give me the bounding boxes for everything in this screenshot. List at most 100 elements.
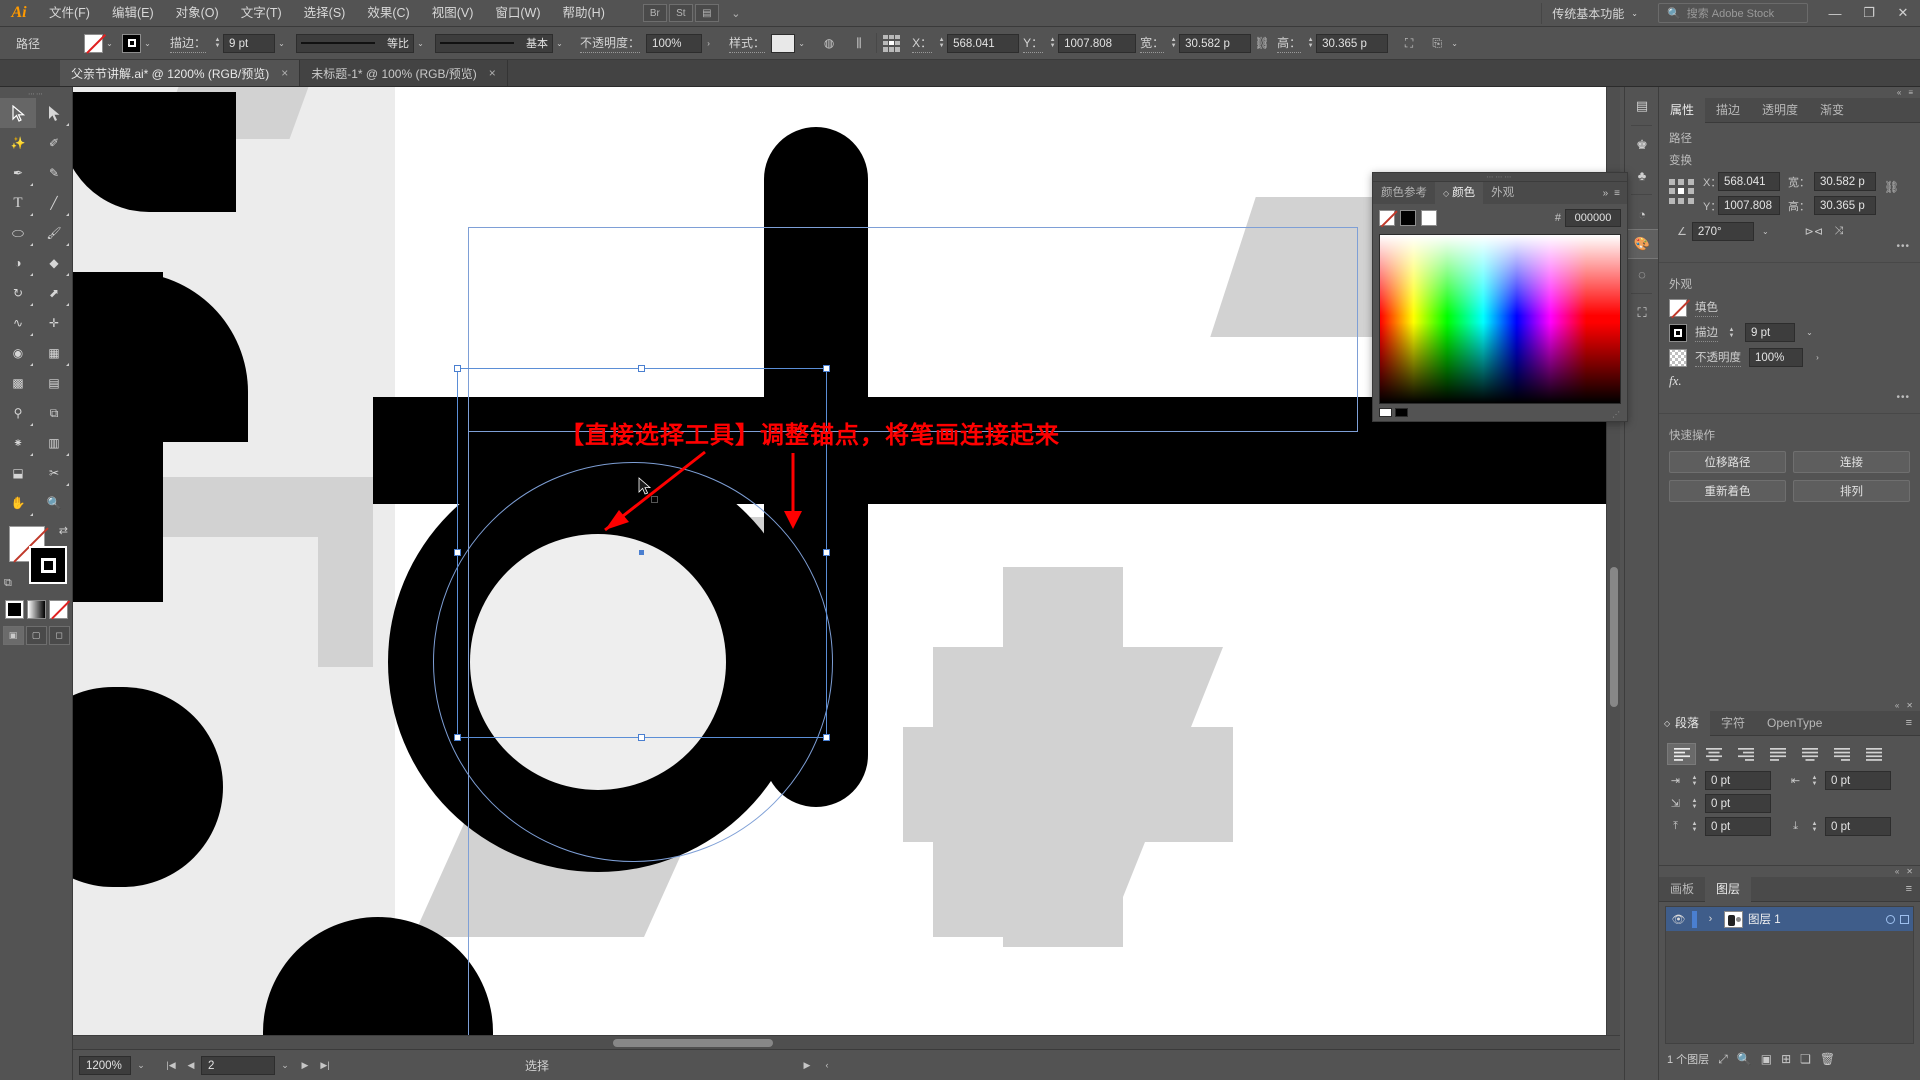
- normal-screen-mode-button[interactable]: ▣: [2, 626, 24, 645]
- layer-name[interactable]: 图层 1: [1748, 911, 1881, 927]
- create-sublayer-icon[interactable]: ▣: [1761, 1052, 1772, 1066]
- last-artboard-icon[interactable]: ▶|: [315, 1055, 335, 1075]
- presentation-mode-button[interactable]: ◻: [48, 626, 70, 645]
- panel-x-field[interactable]: 568.041: [1718, 172, 1780, 191]
- symbol-sprayer-tool[interactable]: ⁕: [0, 428, 36, 458]
- gradient-mode-button[interactable]: [26, 600, 46, 619]
- opacity-arrow-icon[interactable]: ›: [702, 34, 715, 53]
- color-panel-menu-icon[interactable]: ≡: [1614, 188, 1620, 199]
- target-indicator-icon[interactable]: [1886, 914, 1895, 924]
- bbox-handle-bc[interactable]: [638, 734, 645, 741]
- status-tool-label[interactable]: 选择: [525, 1057, 549, 1074]
- menu-view[interactable]: 视图(V): [421, 0, 485, 27]
- artboard-tool[interactable]: ⬓: [0, 458, 36, 488]
- tab-gradient[interactable]: 渐变: [1809, 98, 1855, 123]
- menu-file[interactable]: 文件(F): [38, 0, 101, 27]
- color-spectrum[interactable]: [1379, 234, 1621, 404]
- horizontal-scrollbar[interactable]: [73, 1035, 1620, 1049]
- appearance-stroke-field[interactable]: 9 pt: [1745, 323, 1795, 342]
- artboard-chevron-icon[interactable]: ⌄: [275, 1055, 295, 1075]
- layers-menu-icon[interactable]: ≡: [1906, 883, 1920, 895]
- menu-object[interactable]: 对象(O): [165, 0, 230, 27]
- bbox-handle-tc[interactable]: [638, 365, 645, 372]
- appearance-opacity-swatch[interactable]: [1669, 348, 1687, 367]
- perspective-grid-tool[interactable]: ▦: [36, 338, 72, 368]
- tab-opentype[interactable]: OpenType: [1756, 711, 1833, 736]
- rotate-tool[interactable]: ↻: [0, 278, 36, 308]
- right-indent-stepper[interactable]: ▲ ▼: [1809, 771, 1820, 790]
- stroke-color-swatch[interactable]: [29, 546, 67, 584]
- first-artboard-icon[interactable]: |◀: [161, 1055, 181, 1075]
- height-stepper[interactable]: ▲ ▼: [1305, 34, 1316, 53]
- style-chevron-icon[interactable]: ⌄: [795, 34, 808, 53]
- constrain-proportions-icon[interactable]: ⛓: [1251, 33, 1273, 54]
- recolor-artwork-icon[interactable]: ◍: [818, 33, 840, 54]
- panel-height-field[interactable]: 30.365 p: [1814, 196, 1876, 215]
- bbox-handle-bl[interactable]: [454, 734, 461, 741]
- width-field[interactable]: 30.582 p: [1179, 33, 1252, 53]
- stroke-swatch[interactable]: [122, 33, 142, 53]
- color-black-swatch[interactable]: [1400, 210, 1416, 226]
- first-line-indent-field[interactable]: 0 pt: [1705, 794, 1771, 813]
- hand-tool[interactable]: ✋: [0, 488, 36, 518]
- eyedropper-tool[interactable]: ⚲: [0, 398, 36, 428]
- appearance-fill-swatch[interactable]: [1669, 299, 1687, 317]
- left-indent-field[interactable]: 0 pt: [1705, 771, 1771, 790]
- fx-icon[interactable]: fx.: [1669, 373, 1682, 389]
- x-stepper[interactable]: ▲ ▼: [936, 34, 947, 53]
- justify-last-right-button[interactable]: [1827, 743, 1856, 765]
- recolor-button[interactable]: 重新着色: [1669, 480, 1786, 502]
- hex-field[interactable]: 000000: [1565, 209, 1621, 227]
- appearance-opacity-arrow-icon[interactable]: ›: [1811, 348, 1824, 367]
- toolbar-drag-handle[interactable]: ⋯⋯: [0, 90, 72, 98]
- make-clipping-mask-icon[interactable]: 🔍: [1737, 1052, 1752, 1066]
- swap-fill-stroke-icon[interactable]: ⇄: [59, 524, 68, 537]
- width-tool[interactable]: ∿: [0, 308, 36, 338]
- create-new-layer-icon[interactable]: ⊞: [1781, 1052, 1791, 1066]
- free-transform-tool[interactable]: ✛: [36, 308, 72, 338]
- flip-horizontal-icon[interactable]: ⊳⊲: [1804, 223, 1824, 241]
- gradient-tool[interactable]: ▤: [36, 368, 72, 398]
- arrange-button[interactable]: 排列: [1793, 480, 1910, 502]
- reference-point-selector-panel[interactable]: [1669, 179, 1695, 205]
- appearance-stroke-chevron-icon[interactable]: ⌄: [1803, 323, 1816, 342]
- close-icon[interactable]: ×: [281, 66, 288, 80]
- color-mode-button[interactable]: [4, 600, 24, 619]
- panel-y-field[interactable]: 1007.808: [1718, 196, 1780, 215]
- lasso-tool[interactable]: ✐: [36, 128, 72, 158]
- column-graph-tool[interactable]: ▥: [36, 428, 72, 458]
- stroke-profile-select[interactable]: 等比: [296, 33, 415, 53]
- close-icon-2[interactable]: ×: [489, 66, 496, 80]
- bbox-handle-mr[interactable]: [823, 549, 830, 556]
- search-input[interactable]: 🔍 搜索 Adobe Stock: [1658, 3, 1808, 23]
- default-fill-stroke-icon[interactable]: ⧉: [4, 577, 12, 590]
- gradient-panel-icon[interactable]: ◔: [1625, 199, 1659, 229]
- space-before-stepper[interactable]: ▲ ▼: [1689, 817, 1700, 836]
- color-white-swatch[interactable]: [1421, 210, 1437, 226]
- reference-point-selector[interactable]: [883, 34, 901, 52]
- document-tab-active[interactable]: 父亲节讲解.ai* @ 1200% (RGB/预览) ×: [60, 60, 301, 86]
- arrange-documents-icon[interactable]: ▤: [694, 4, 719, 22]
- appearance-stroke-swatch[interactable]: [1669, 323, 1687, 342]
- color-guide-icon[interactable]: ◌: [1625, 259, 1659, 289]
- space-after-stepper[interactable]: ▲ ▼: [1809, 817, 1820, 836]
- pen-tool[interactable]: ✒: [0, 158, 36, 188]
- bbox-handle-br[interactable]: [823, 734, 830, 741]
- mesh-tool[interactable]: ▩: [0, 368, 36, 398]
- stroke-chevron-icon[interactable]: ⌄: [141, 34, 154, 53]
- tab-stroke[interactable]: 描边: [1705, 98, 1751, 123]
- prev-artboard-icon[interactable]: ◀: [181, 1055, 201, 1075]
- bridge-icon[interactable]: Br: [642, 4, 667, 22]
- transform-icon[interactable]: ⛶: [1625, 298, 1659, 328]
- first-line-indent-stepper[interactable]: ▲ ▼: [1689, 794, 1700, 813]
- style-swatch[interactable]: [771, 33, 796, 53]
- magic-wand-tool[interactable]: ✨: [0, 128, 36, 158]
- status-next-icon[interactable]: ▶: [797, 1055, 817, 1075]
- appearance-more-options-icon[interactable]: •••: [1659, 392, 1920, 407]
- tab-color[interactable]: ◇ 颜色: [1435, 182, 1484, 204]
- flip-vertical-icon[interactable]: ⤨: [1829, 223, 1849, 241]
- blend-tool[interactable]: ⧉: [36, 398, 72, 428]
- tab-layers[interactable]: 图层: [1705, 876, 1752, 902]
- angle-chevron-icon[interactable]: ⌄: [1759, 222, 1772, 241]
- bbox-handle-tr[interactable]: [823, 365, 830, 372]
